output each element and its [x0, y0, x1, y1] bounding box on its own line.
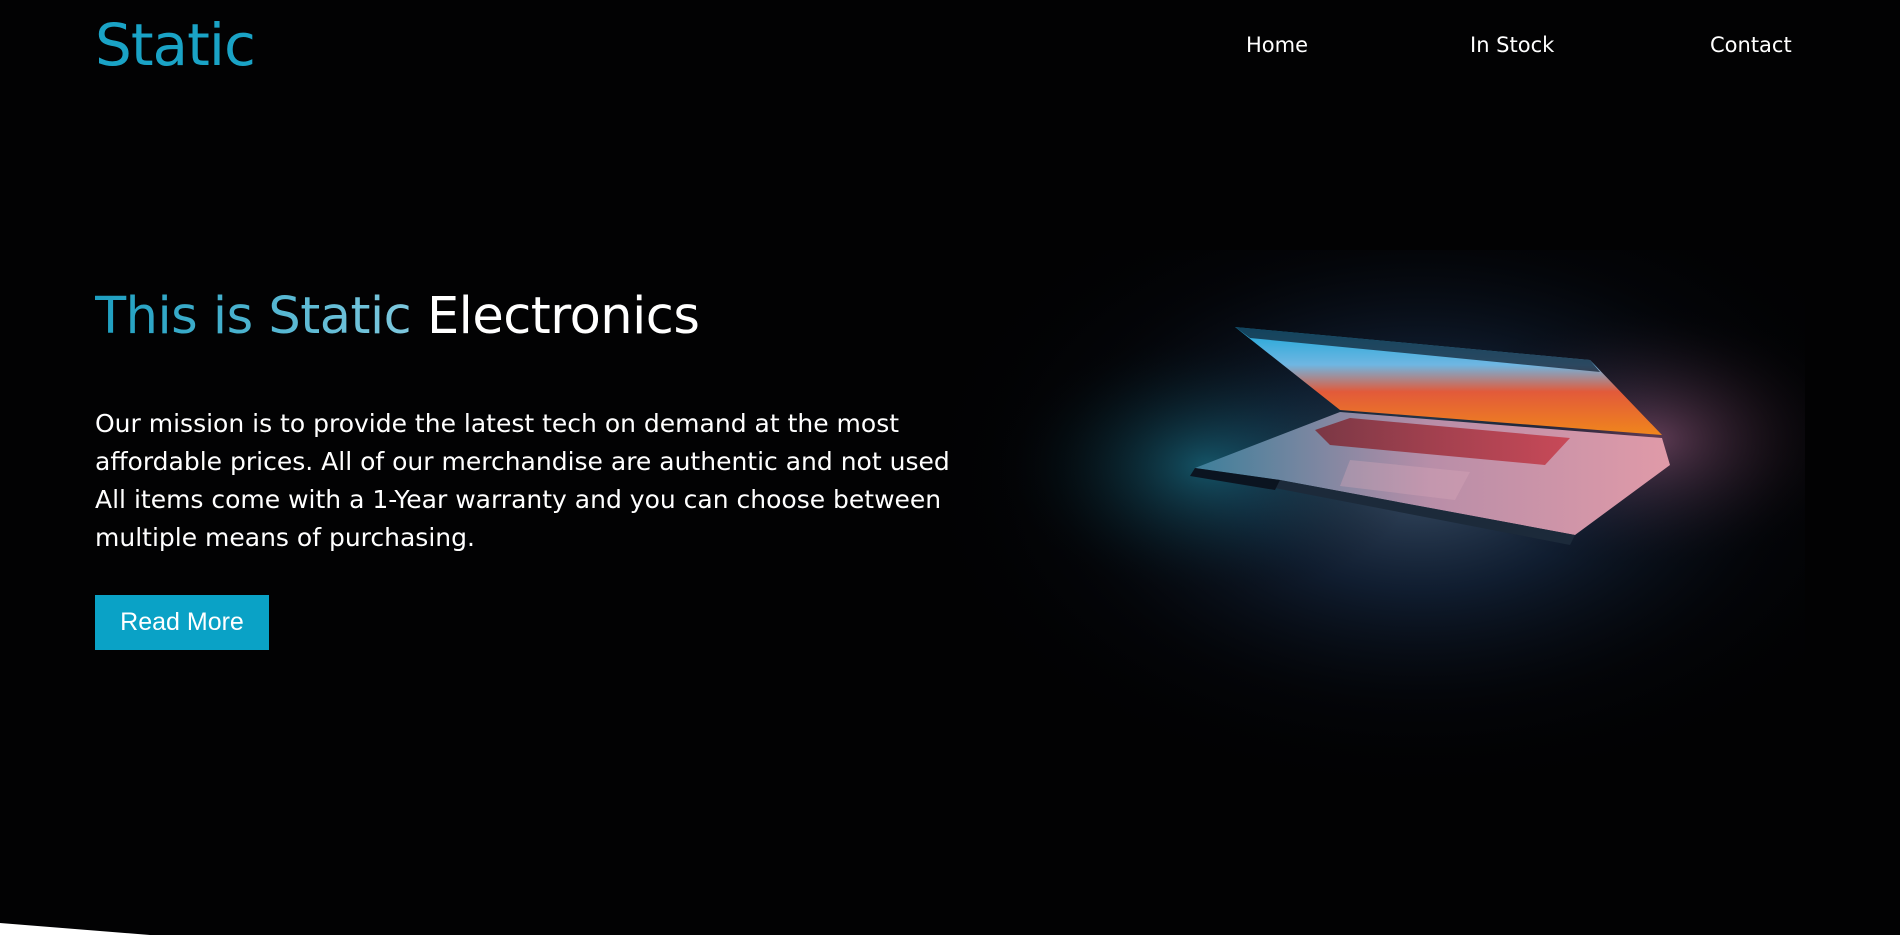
- hero-title-plain: Electronics: [426, 287, 700, 346]
- laptop-icon: [950, 250, 1805, 790]
- nav-link-in-stock[interactable]: In Stock: [1470, 30, 1554, 60]
- nav-link-contact[interactable]: Contact: [1710, 30, 1792, 60]
- page: Static Home In Stock Contact This is Sta…: [0, 0, 1900, 935]
- hero-title-accent: This is Static: [95, 287, 412, 346]
- hero-title: This is Static Electronics: [95, 282, 700, 352]
- read-more-button[interactable]: Read More: [95, 595, 269, 650]
- bottom-divider: [0, 923, 150, 935]
- main-nav: Home In Stock Contact: [0, 30, 1900, 60]
- nav-link-home[interactable]: Home: [1246, 30, 1308, 60]
- hero-description: Our mission is to provide the latest tec…: [95, 409, 958, 552]
